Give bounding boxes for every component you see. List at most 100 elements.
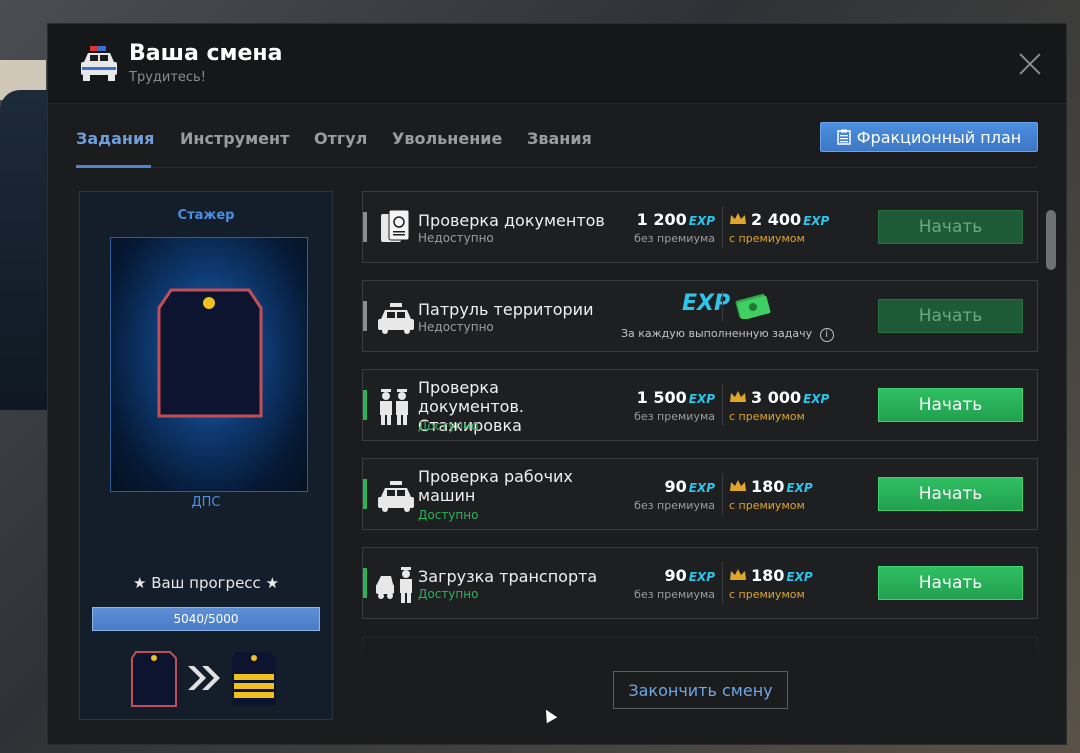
- reward-premium: 2 400 EXP с премиумом: [729, 210, 829, 245]
- reward-premium: 3 000 EXP с премиумом: [729, 388, 829, 423]
- tab-leave[interactable]: Отгул: [314, 129, 367, 148]
- modal-header: Ваша смена Трудитесь!: [48, 24, 1066, 104]
- background-figure: [0, 90, 50, 410]
- next-rank-strap-icon: [232, 652, 276, 706]
- exp-icon: EXP: [786, 481, 813, 495]
- task-item: Проверка рабочих машин Доступно 90 EXP бе…: [362, 458, 1038, 530]
- task-status: Доступно: [418, 587, 479, 601]
- tab-tasks[interactable]: Задания: [76, 129, 154, 148]
- police-car-icon: [81, 46, 117, 81]
- progress-bar: 5040/5000: [92, 607, 320, 631]
- task-name: Проверка документов: [418, 211, 605, 230]
- reward-label: с премиумом: [729, 588, 805, 601]
- reward-label: без премиума: [634, 410, 715, 423]
- reward-value: 180: [751, 566, 785, 585]
- reward-divider: [722, 473, 723, 515]
- start-task-button[interactable]: Начать: [878, 388, 1023, 422]
- task-list[interactable]: Проверка документов Недоступно 1 200 EXP …: [362, 191, 1038, 659]
- reward-standard: 1 200 EXP без премиума: [634, 210, 715, 245]
- task-name: Загрузка транспорта: [418, 567, 598, 586]
- reward-premium: 180 EXP с премиумом: [729, 566, 813, 601]
- reward-value: 2 400: [751, 210, 802, 229]
- close-icon[interactable]: [1018, 52, 1042, 76]
- task-status: Доступно: [418, 419, 479, 433]
- current-rank-strap-icon: [131, 651, 177, 707]
- task-item: Патруль территории Недоступно EXP За каж…: [362, 280, 1038, 352]
- reward-label: с премиумом: [729, 232, 805, 245]
- start-task-button[interactable]: Начать: [878, 299, 1023, 333]
- promotion-preview: [131, 651, 276, 707]
- money-icon: [735, 293, 771, 319]
- task-status: Доступно: [418, 508, 479, 522]
- rank-unit: ДПС: [191, 495, 221, 510]
- reward-divider: [722, 291, 723, 321]
- start-task-button[interactable]: Начать: [878, 477, 1023, 511]
- reward-premium: 180 EXP с премиумом: [729, 477, 813, 512]
- exp-icon: EXP: [803, 214, 830, 228]
- task-status: Недоступно: [418, 320, 494, 334]
- task-item: Загрузка транспорта Доступно 90 EXP без п…: [362, 547, 1038, 619]
- tab-bar: Задания Инструмент Отгул Увольнение Зван…: [76, 104, 1038, 168]
- exp-icon: EXP: [688, 392, 715, 406]
- task-status-bar: [363, 390, 367, 420]
- reward-divider: [722, 384, 723, 426]
- progress-label-text: Ваш прогресс: [151, 574, 261, 592]
- task-list-scrollbar[interactable]: [1046, 210, 1056, 680]
- faction-plan-label: Фракционный план: [856, 127, 1022, 147]
- exp-icon: EXP: [688, 214, 715, 228]
- reward-label: с премиумом: [729, 410, 805, 423]
- shoulder-strap-icon: [157, 288, 263, 418]
- reward-value: 3 000: [751, 388, 802, 407]
- reward-label: без премиума: [634, 232, 715, 245]
- crown-icon: [730, 480, 746, 491]
- modal-title: Ваша смена: [129, 41, 283, 66]
- rank-card: [110, 237, 308, 492]
- end-shift-button[interactable]: Закончить смену: [613, 671, 788, 709]
- scrollbar-thumb[interactable]: [1046, 210, 1056, 270]
- faction-plan-button[interactable]: Фракционный план: [820, 122, 1038, 152]
- active-tab-indicator: [76, 165, 151, 168]
- clipboard-icon: [837, 129, 851, 145]
- crown-icon: [730, 391, 746, 402]
- exp-icon: EXP: [688, 570, 715, 584]
- reward-value: 90: [664, 477, 687, 496]
- rank-panel: Стажер ДПС ★ Ваш прогресс ★ 5040/5000: [79, 191, 333, 720]
- modal-subtitle: Трудитесь!: [129, 70, 206, 85]
- exp-icon: EXP: [688, 481, 715, 495]
- shift-modal: Ваша смена Трудитесь! Задания Инструмент…: [47, 23, 1067, 745]
- per-task-label: За каждую выполненную задачу: [621, 327, 813, 340]
- info-icon[interactable]: i: [819, 328, 834, 342]
- task-status-bar: [363, 301, 367, 331]
- star-icon: ★: [132, 574, 147, 592]
- reward-label: без премиума: [634, 588, 715, 601]
- reward-label: с премиумом: [729, 499, 805, 512]
- exp-icon: EXP: [803, 392, 830, 406]
- officers-icon: [380, 389, 408, 425]
- reward-standard: 90 EXP без премиума: [634, 566, 715, 601]
- tab-tools[interactable]: Инструмент: [180, 129, 289, 148]
- police-car-icon: [378, 303, 414, 334]
- task-item: Проверка документов. Стажировка Доступно…: [362, 369, 1038, 441]
- passport-icon: [381, 209, 410, 242]
- tow-truck-icon: [376, 567, 412, 603]
- task-status-bar: [363, 479, 367, 509]
- crown-icon: [730, 213, 746, 224]
- chevron-right-icon: [188, 666, 220, 690]
- reward-value: 90: [664, 566, 687, 585]
- reward-divider: [722, 562, 723, 604]
- list-fade: [362, 634, 1038, 664]
- exp-icon: EXP: [786, 570, 813, 584]
- task-status-bar: [363, 568, 367, 598]
- reward-standard: 90 EXP без премиума: [634, 477, 715, 512]
- task-item: Проверка документов Недоступно 1 200 EXP …: [362, 191, 1038, 263]
- crown-icon: [730, 569, 746, 580]
- progress-text: 5040/5000: [173, 612, 239, 626]
- tab-ranks[interactable]: Звания: [527, 129, 592, 148]
- rank-name: Стажер: [177, 208, 235, 223]
- reward-divider: [722, 206, 723, 248]
- start-task-button[interactable]: Начать: [878, 566, 1023, 600]
- start-task-button[interactable]: Начать: [878, 210, 1023, 244]
- reward-value: 180: [751, 477, 785, 496]
- tab-dismissal[interactable]: Увольнение: [392, 129, 502, 148]
- reward-standard: 1 500 EXP без премиума: [634, 388, 715, 423]
